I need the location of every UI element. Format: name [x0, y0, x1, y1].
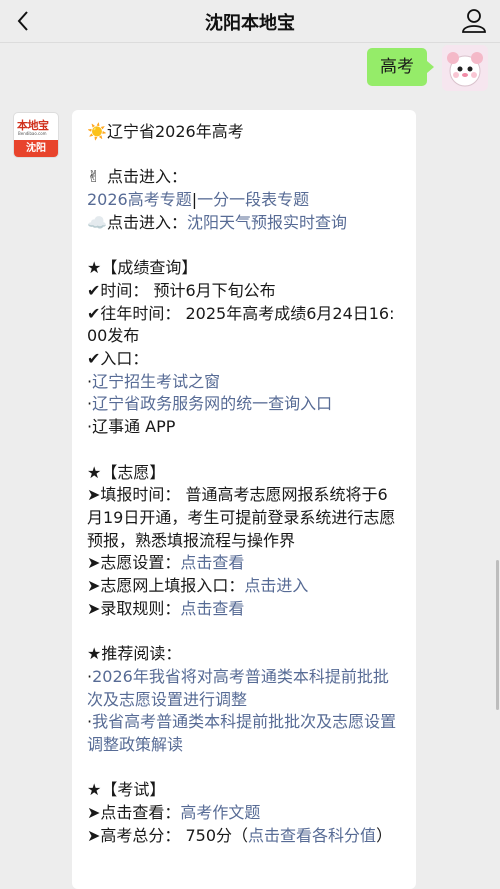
recommend-header: ★推荐阅读： — [87, 644, 182, 664]
score-time: ✔时间： 预计6月下旬公布 — [87, 280, 276, 300]
outgoing-message-text: 高考 — [380, 57, 414, 77]
wish-time: ➤填报时间： 普通高考志愿网报系统将于6月19日开通，考生可提前登录系统进行志愿… — [87, 485, 396, 550]
wish-entry-link[interactable]: 点击进入 — [244, 576, 308, 595]
admission-rule-link[interactable]: 点击查看 — [180, 599, 244, 618]
incoming-message: ☀️辽宁省2026年高考 ✌ 点击进入： 2026高考专题|一分一段表专题 ☁️点… — [72, 110, 416, 889]
recommend-row-2: ·我省高考普通类本科提前批批次及志愿设置调整政策解读 — [87, 712, 397, 754]
hamster-avatar-icon — [442, 45, 488, 91]
my-avatar[interactable] — [442, 45, 488, 91]
page-title: 沈阳本地宝 — [205, 13, 295, 34]
profile-icon — [462, 9, 486, 33]
recommend-link-1[interactable]: 2026年我省将对高考普通类本科提前批批次及志愿设置进行调整 — [87, 667, 389, 709]
subject-score-link[interactable]: 点击查看各科分值 — [248, 826, 376, 845]
wish-setting-link[interactable]: 点击查看 — [180, 553, 244, 572]
wish-rule-row: ➤录取规则：点击查看 — [87, 598, 245, 618]
weather-link[interactable]: 沈阳天气预报实时查询 — [187, 213, 347, 232]
score-app-row: ·辽事通 APP — [87, 417, 176, 437]
score-header: ★【成绩查询】 — [87, 258, 198, 278]
wish-entry-row: ➤志愿网上填报入口：点击进入 — [87, 576, 309, 596]
entry-line: ✌ 点击进入： — [87, 166, 402, 189]
bot-avatar-city: 沈阳 — [14, 140, 58, 157]
bot-avatar[interactable]: 本地宝 Bendibao.com 沈阳 — [13, 112, 59, 158]
exam-view-row: ➤点击查看：高考作文题 — [87, 803, 261, 823]
score-link-row-2: ·辽宁省政务服务网的统一查询入口 — [87, 394, 333, 414]
weather-line: ☁️点击进入：沈阳天气预报实时查询 — [87, 212, 402, 235]
recommend-row-1: ·2026年我省将对高考普通类本科提前批批次及志愿设置进行调整 — [87, 666, 389, 709]
wish-header: ★【志愿】 — [87, 462, 166, 482]
score-entry: ✔入口： — [87, 349, 149, 368]
sun-icon: ☀️ — [87, 122, 107, 141]
reply-title: 辽宁省2026年高考 — [107, 122, 244, 141]
reply-title-line: ☀️辽宁省2026年高考 — [87, 121, 402, 144]
score-app: 辽事通 APP — [92, 417, 176, 437]
score-table-link[interactable]: 一分一段表专题 — [197, 190, 309, 209]
recommend-link-2[interactable]: 我省高考普通类本科提前批批次及志愿设置调整政策解读 — [87, 712, 396, 754]
cloud-icon: ☁️ — [87, 212, 107, 232]
gaokao-topic-link[interactable]: 2026高考专题 — [87, 190, 192, 209]
outgoing-message[interactable]: 高考 — [367, 48, 434, 86]
wish-setting-row: ➤志愿设置：点击查看 — [87, 553, 245, 573]
exam-total-row: ➤高考总分： 750分（点击查看各科分值） — [87, 825, 393, 845]
exam-header: ★【考试】 — [87, 780, 166, 800]
score-link-row-1: ·辽宁招生考试之窗 — [87, 371, 221, 391]
score-past-time: ✔往年时间： 2025年高考成绩6月24日16:00发布 — [87, 303, 395, 346]
gov-service-link[interactable]: 辽宁省政务服务网的统一查询入口 — [92, 394, 332, 413]
victory-hand-icon: ✌ — [87, 167, 101, 187]
entry-links-line: 2026高考专题|一分一段表专题 — [87, 190, 310, 210]
exam-window-link[interactable]: 辽宁招生考试之窗 — [92, 372, 220, 391]
essay-topic-link[interactable]: 高考作文题 — [180, 803, 260, 822]
profile-button[interactable] — [460, 7, 488, 35]
scrollbar[interactable] — [496, 560, 499, 710]
top-bar: 沈阳本地宝 — [0, 0, 500, 43]
bot-avatar-brand-sub: Bendibao.com — [18, 131, 47, 136]
